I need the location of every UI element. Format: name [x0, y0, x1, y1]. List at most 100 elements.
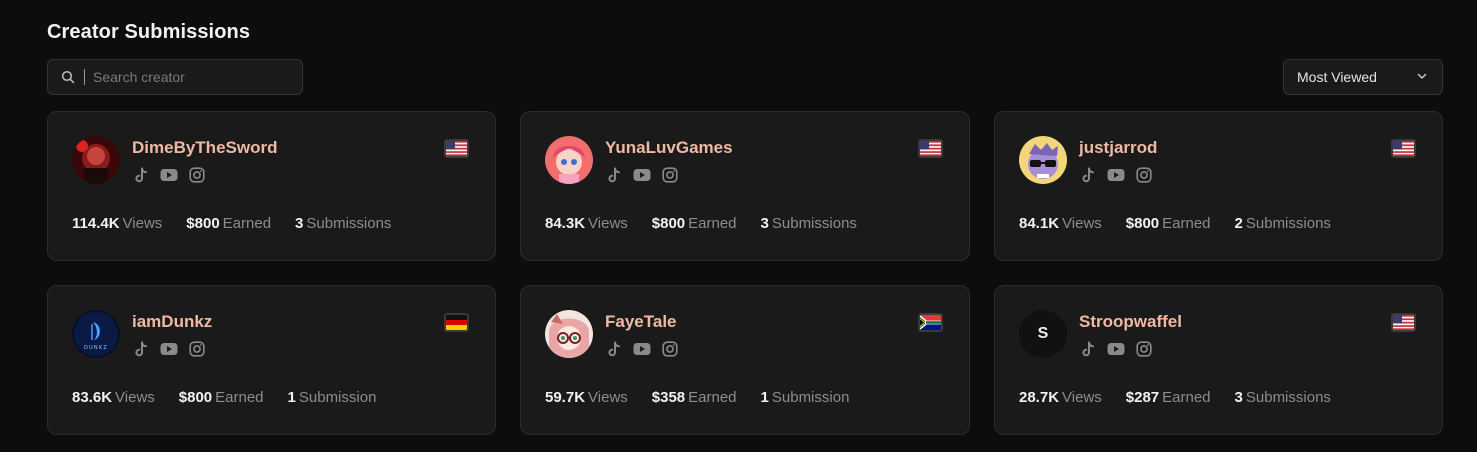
earned-label: Earned: [215, 389, 264, 406]
earned-value: $800: [178, 389, 213, 406]
social-links: [132, 166, 206, 184]
submissions-label: Submissions: [1245, 215, 1331, 232]
instagram-icon[interactable]: [1135, 166, 1153, 184]
instagram-icon[interactable]: [661, 166, 679, 184]
sort-selected-label: Most Viewed: [1297, 69, 1377, 85]
social-links: [605, 340, 679, 358]
avatar: [1019, 136, 1067, 184]
earned-label: Earned: [1162, 215, 1211, 232]
creator-stats: 84.1K Views $800 Earned 2 Submissions: [1019, 215, 1331, 232]
creator-card-iamdunkz[interactable]: DUNKZ iamDunkz 83.6K Views $800 Earned 1 Su…: [47, 285, 496, 435]
avatar-initial: S: [1037, 325, 1049, 342]
earned-stat: $358 Earned: [652, 389, 737, 406]
creator-name[interactable]: YunaLuvGames: [605, 138, 733, 158]
creator-name[interactable]: DimeByTheSword: [132, 138, 277, 158]
creator-card-dimebythesword[interactable]: DimeByTheSword 114.4K Views $800 Earned 3S…: [47, 111, 496, 261]
instagram-icon[interactable]: [188, 340, 206, 358]
earned-label: Earned: [688, 215, 737, 232]
submissions-stat: 1 Submission: [288, 389, 377, 406]
earned-label: Earned: [688, 389, 737, 406]
social-links: [1079, 166, 1153, 184]
avatar: [72, 136, 120, 184]
earned-label: Earned: [1162, 389, 1211, 406]
tiktok-icon[interactable]: [1079, 340, 1097, 358]
views-label: Views: [588, 215, 628, 232]
submissions-value: 1: [760, 389, 769, 406]
avatar: [545, 310, 593, 358]
creator-card-justjarrod[interactable]: justjarrod 84.1K Views $800 Earned 2 Submis…: [994, 111, 1443, 261]
instagram-icon[interactable]: [661, 340, 679, 358]
creator-name[interactable]: Stroopwaffel: [1079, 312, 1182, 332]
submissions-stat: 3 Submissions: [295, 215, 391, 232]
submissions-label: Submissions: [771, 215, 857, 232]
youtube-icon[interactable]: [633, 166, 651, 184]
submissions-value: 3: [295, 215, 304, 232]
submissions-value: 3: [1234, 389, 1243, 406]
tiktok-icon[interactable]: [605, 166, 623, 184]
submissions-label: Submission: [298, 389, 377, 406]
views-value: 84.3K: [545, 215, 586, 232]
avatar: DUNKZ: [72, 310, 120, 358]
youtube-icon[interactable]: [160, 166, 178, 184]
earned-label: Earned: [222, 215, 272, 232]
views-value: 28.7K: [1019, 389, 1060, 406]
instagram-icon[interactable]: [188, 166, 206, 184]
flag-us-icon: [444, 139, 469, 158]
earned-value: $800: [1125, 215, 1160, 232]
views-value: 84.1K: [1019, 215, 1060, 232]
search-input[interactable]: [93, 69, 283, 85]
views-stat: 84.3K Views: [545, 215, 628, 232]
submissions-stat: 2 Submissions: [1235, 215, 1331, 232]
earned-value: $358: [651, 389, 686, 406]
flag-us-icon: [1391, 313, 1416, 332]
creator-name[interactable]: justjarrod: [1079, 138, 1157, 158]
creator-stats: 28.7K Views $287 Earned 3 Submissions: [1019, 389, 1331, 406]
avatar: S: [1019, 310, 1067, 358]
search-box[interactable]: [47, 59, 303, 95]
views-label: Views: [1062, 389, 1102, 406]
submissions-stat: 3 Submissions: [761, 215, 857, 232]
instagram-icon[interactable]: [1135, 340, 1153, 358]
earned-value: $287: [1125, 389, 1160, 406]
sort-dropdown[interactable]: Most Viewed: [1283, 59, 1443, 95]
submissions-label: Submissions: [306, 215, 392, 232]
views-stat: 83.6K Views: [72, 389, 155, 406]
views-label: Views: [115, 389, 155, 406]
social-links: [1079, 340, 1153, 358]
earned-stat: $800 Earned: [186, 215, 271, 232]
creator-card-yunaluvgames[interactable]: YunaLuvGames 84.3K Views $800 Earned 3 Subm…: [520, 111, 970, 261]
tiktok-icon[interactable]: [1079, 166, 1097, 184]
earned-stat: $800 Earned: [1126, 215, 1211, 232]
submissions-stat: 3 Submissions: [1235, 389, 1331, 406]
submissions-value: 3: [760, 215, 769, 232]
creator-grid: DimeByTheSword 114.4K Views $800 Earned 3S…: [47, 111, 1443, 435]
youtube-icon[interactable]: [160, 340, 178, 358]
page: Creator Submissions Most Viewed DimeByTh…: [0, 0, 1477, 452]
search-icon: [61, 70, 75, 84]
flag-us-icon: [918, 139, 943, 158]
submissions-value: 1: [287, 389, 296, 406]
submissions-label: Submission: [771, 389, 850, 406]
views-stat: 114.4K Views: [72, 215, 162, 232]
creator-name[interactable]: FayeTale: [605, 312, 677, 332]
submissions-stat: 1 Submission: [761, 389, 850, 406]
creator-stats: 83.6K Views $800 Earned 1 Submission: [72, 389, 376, 406]
youtube-icon[interactable]: [1107, 340, 1125, 358]
tiktok-icon[interactable]: [605, 340, 623, 358]
tiktok-icon[interactable]: [132, 340, 150, 358]
chevron-down-icon: [1416, 69, 1428, 85]
creator-name[interactable]: iamDunkz: [132, 312, 212, 332]
flag-us-icon: [1391, 139, 1416, 158]
tiktok-icon[interactable]: [132, 166, 150, 184]
views-label: Views: [1062, 215, 1102, 232]
creator-card-stroopwaffel[interactable]: S Stroopwaffel 28.7K Views $287 Earned 3 Su…: [994, 285, 1443, 435]
youtube-icon[interactable]: [633, 340, 651, 358]
views-value: 59.7K: [545, 389, 586, 406]
creator-card-fayetale[interactable]: FayeTale 59.7K Views $358 Earned 1 Submissi…: [520, 285, 970, 435]
submissions-value: 2: [1234, 215, 1243, 232]
earned-value: $800: [186, 215, 220, 232]
youtube-icon[interactable]: [1107, 166, 1125, 184]
views-label: Views: [588, 389, 628, 406]
earned-stat: $800 Earned: [652, 215, 737, 232]
views-value: 83.6K: [72, 389, 113, 406]
